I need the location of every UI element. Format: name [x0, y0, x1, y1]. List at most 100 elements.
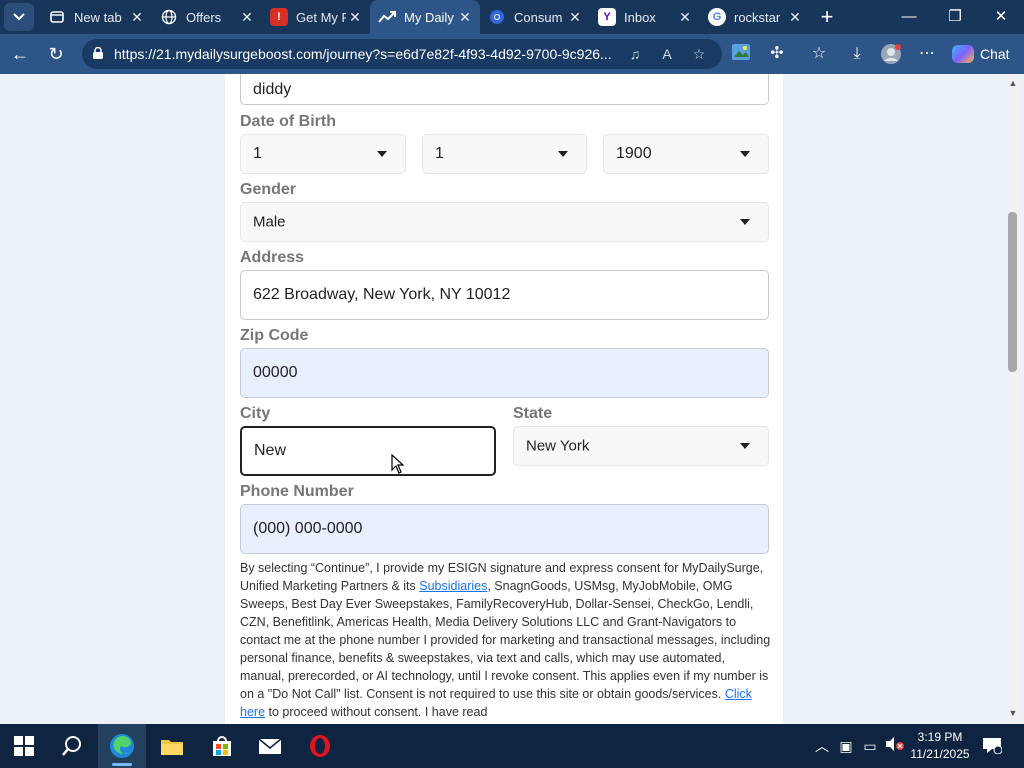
restore-icon: ❐ — [948, 8, 962, 25]
tab-rockstar[interactable]: G rockstar ✕ — [700, 0, 810, 34]
caret-down-icon — [558, 151, 568, 157]
back-button[interactable]: ← — [6, 40, 34, 68]
tab-get-my[interactable]: ! Get My F ✕ — [262, 0, 370, 34]
consent-part-3: to proceed without consent. I have read — [265, 705, 488, 719]
tab-title: New tab — [74, 9, 122, 25]
tab-strip: New tab ✕ Offers ✕ ! Get My F ✕ My Daily… — [0, 0, 1024, 34]
globe-icon — [160, 8, 178, 26]
subsidiaries-link[interactable]: Subsidiaries — [419, 579, 487, 593]
opera-icon — [310, 735, 330, 757]
mail-button[interactable] — [246, 724, 294, 768]
caret-down-icon — [740, 151, 750, 157]
state-select[interactable]: New York — [513, 426, 769, 466]
address-bar[interactable]: https://21.mydailysurgeboost.com/journey… — [82, 39, 722, 69]
tab-offers[interactable]: Offers ✕ — [152, 0, 262, 34]
extension-image-icon[interactable] — [730, 43, 752, 65]
tab-new-tab[interactable]: New tab ✕ — [40, 0, 152, 34]
tab-consum[interactable]: Consum ✕ — [480, 0, 590, 34]
network-icon[interactable]: ▭ — [860, 736, 880, 756]
close-icon[interactable]: ✕ — [238, 8, 256, 26]
search-icon — [62, 736, 81, 756]
notifications-icon[interactable] — [982, 736, 1003, 756]
clock-date: 11/21/2025 — [910, 747, 970, 761]
copilot-chat-button[interactable]: Chat — [946, 40, 1020, 68]
store-button[interactable] — [198, 724, 246, 768]
consent-part-2: , SnagnGoods, USMsg, MyJobMobile, OMG Sw… — [240, 579, 771, 701]
browser-toolbar: ← ↻ https://21.mydailysurgeboost.com/jou… — [0, 34, 1024, 74]
newtab-icon — [48, 8, 66, 26]
meet-now-icon[interactable]: ▣ — [836, 736, 856, 756]
url-text: https://21.mydailysurgeboost.com/journey… — [114, 46, 612, 62]
dob-month-select[interactable]: 1 — [240, 134, 406, 174]
tab-title: rockstar — [734, 9, 781, 25]
name-input[interactable]: diddy — [240, 74, 769, 105]
close-icon[interactable]: ✕ — [346, 8, 364, 26]
favorites-icon[interactable]: ☆ — [808, 43, 830, 65]
refresh-button[interactable]: ↻ — [42, 40, 70, 68]
close-icon[interactable]: ✕ — [456, 8, 474, 26]
restore-button[interactable]: ❐ — [932, 0, 978, 34]
zip-input[interactable]: 00000 — [240, 348, 769, 398]
show-hidden-icons-button[interactable]: ︿ — [812, 736, 832, 756]
zip-label: Zip Code — [240, 327, 309, 344]
close-icon[interactable]: ✕ — [786, 8, 804, 26]
phone-input[interactable]: (000) 000-0000 — [240, 504, 769, 554]
tab-title: Inbox — [624, 9, 656, 25]
mouse-cursor-icon — [391, 454, 405, 474]
favorite-star-icon[interactable]: ☆ — [690, 45, 708, 63]
city-input[interactable]: New — [240, 426, 496, 476]
close-icon[interactable]: ✕ — [566, 8, 584, 26]
scrollbar-thumb[interactable] — [1008, 212, 1017, 372]
file-explorer-button[interactable] — [148, 724, 196, 768]
extensions-puzzle-icon[interactable]: ✣ — [766, 43, 788, 65]
taskbar: ︿ ▣ ▭ 3:19 PM 11/21/2025 — [0, 724, 1024, 768]
tab-inbox[interactable]: Y Inbox ✕ — [590, 0, 700, 34]
minimize-button[interactable]: — — [886, 0, 932, 34]
close-icon[interactable]: ✕ — [676, 8, 694, 26]
copilot-icon — [952, 45, 974, 63]
windows-logo-icon — [14, 736, 34, 756]
dob-day-select[interactable]: 1 — [422, 134, 587, 174]
consent-text: By selecting “Continue”, I provide my ES… — [240, 559, 772, 721]
tab-my-daily[interactable]: My Daily ✕ — [370, 0, 480, 34]
scroll-up-arrow-icon[interactable]: ▲ — [1008, 78, 1018, 88]
dob-year-select[interactable]: 1900 — [603, 134, 769, 174]
mail-icon — [258, 738, 282, 754]
search-button[interactable] — [48, 724, 96, 768]
more-menu-icon[interactable]: ⋯ — [916, 43, 938, 65]
read-aloud-icon[interactable]: A — [658, 45, 676, 63]
tab-title: Offers — [186, 9, 222, 25]
trend-arrow-icon — [378, 8, 396, 26]
store-bag-icon — [213, 736, 231, 756]
bell-icon[interactable]: ♫ — [626, 45, 644, 63]
gender-select[interactable]: Male — [240, 202, 769, 242]
new-tab-button[interactable]: + — [812, 0, 842, 34]
address-input[interactable]: 622 Broadway, New York, NY 10012 — [240, 270, 769, 320]
close-icon: ✕ — [994, 8, 1008, 25]
downloads-icon[interactable]: ⤓ — [846, 43, 868, 65]
start-button[interactable] — [0, 724, 48, 768]
minimize-icon: — — [901, 8, 917, 25]
tab-title: Consum — [514, 9, 563, 25]
state-label: State — [513, 405, 553, 422]
tab-title: Get My F — [296, 9, 346, 25]
scroll-down-arrow-icon[interactable]: ▼ — [1008, 708, 1018, 718]
scrollbar-track[interactable] — [1006, 74, 1020, 724]
yahoo-icon: Y — [598, 8, 616, 26]
opera-button[interactable] — [296, 724, 344, 768]
lock-icon — [93, 47, 103, 59]
close-icon[interactable]: ✕ — [128, 8, 146, 26]
address-label: Address — [240, 249, 305, 266]
caret-down-icon — [740, 219, 750, 225]
profile-avatar-icon[interactable] — [880, 43, 902, 65]
phone-label: Phone Number — [240, 483, 354, 500]
volume-muted-icon[interactable] — [884, 736, 904, 756]
clock[interactable]: 3:19 PM 11/21/2025 — [908, 729, 972, 763]
red-square-icon: ! — [270, 8, 288, 26]
close-window-button[interactable]: ✕ — [978, 0, 1024, 34]
tab-actions-menu[interactable] — [4, 3, 34, 31]
caret-down-icon — [377, 151, 387, 157]
google-icon: G — [708, 8, 726, 26]
edge-taskbar-button[interactable] — [98, 724, 146, 768]
folder-icon — [161, 740, 183, 755]
